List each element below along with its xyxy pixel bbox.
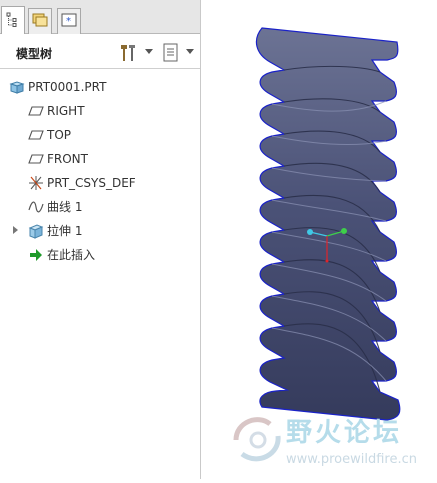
coordinate-system-icon	[29, 176, 43, 190]
model-tree-tab-icon	[6, 12, 17, 27]
tree-item-label: 在此插入	[47, 248, 96, 262]
datum-plane-icon	[28, 106, 44, 116]
settings-tools-icon[interactable]	[118, 42, 140, 64]
watermark-logo-icon	[233, 417, 281, 462]
show-dropdown-icon[interactable]	[186, 49, 194, 54]
tree-item-label: RIGHT	[47, 104, 85, 118]
watermark-title: 野火论坛	[286, 418, 403, 448]
tree-item-label: 拉伸 1	[47, 224, 83, 238]
datum-plane-icon	[28, 130, 44, 140]
corrugated-part-model[interactable]	[202, 0, 437, 479]
datum-plane-icon	[28, 154, 44, 164]
curve-icon	[28, 201, 44, 213]
tree-item-label: 曲线 1	[47, 200, 83, 214]
show-options-icon[interactable]	[161, 42, 181, 64]
model-tree-panel: * 模型树 PRT0001.PRT RIGHT TOP FRONT PRT_CS…	[0, 0, 201, 479]
model-tree-title: 模型树	[16, 47, 53, 61]
part-body[interactable]	[255, 27, 401, 421]
insert-here-arrow-icon	[30, 249, 42, 261]
layers-tab[interactable]	[28, 8, 52, 34]
folder-browser-icon	[32, 13, 48, 27]
model-tree-tab[interactable]	[1, 6, 25, 34]
tree-item-label: FRONT	[47, 152, 88, 166]
favorites-icon: *	[61, 13, 77, 27]
navigator-tab-bar: *	[0, 0, 200, 34]
expand-arrow-icon[interactable]	[13, 226, 18, 234]
graphics-viewport[interactable]	[202, 0, 437, 479]
watermark-url: www.proewildfire.cn	[286, 452, 417, 467]
part-icon	[9, 81, 25, 94]
settings-dropdown-icon[interactable]	[145, 49, 153, 54]
model-tree-header: 模型树	[0, 37, 200, 69]
tree-item-label: TOP	[47, 128, 72, 142]
extrude-icon	[28, 224, 44, 239]
tree-root-label: PRT0001.PRT	[28, 80, 107, 94]
svg-text:*: *	[66, 16, 71, 27]
tree-item-label: PRT_CSYS_DEF	[47, 176, 136, 190]
favorites-tab[interactable]: *	[57, 8, 81, 34]
